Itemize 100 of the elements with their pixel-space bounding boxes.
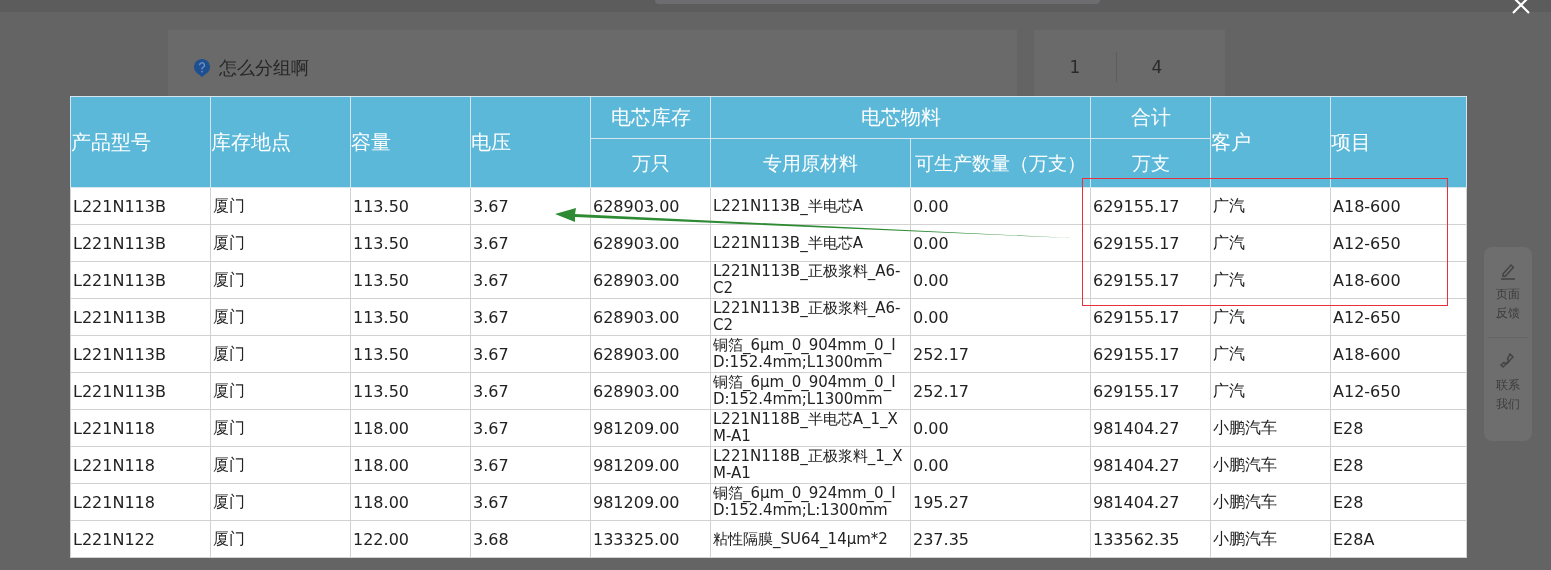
column-group-header: 电芯库存 (590, 96, 711, 139)
location-cell: 厦门 (210, 224, 351, 262)
total-cell: 629155.17 (1090, 335, 1211, 373)
stock-cell: 981209.00 (590, 409, 711, 447)
column-group-header: 电芯物料 (710, 96, 1091, 139)
pencil-icon[interactable] (1499, 261, 1517, 281)
project-cell: E28 (1330, 446, 1467, 484)
capacity-cell: 113.50 (350, 372, 471, 410)
quantity-cell: 0.00 (910, 409, 1091, 447)
customer-cell: 广汽 (1210, 187, 1331, 225)
location-cell: 厦门 (210, 335, 351, 373)
customer-cell: 广汽 (1210, 298, 1331, 336)
project-cell: A18-600 (1330, 335, 1467, 373)
stock-cell: 133325.00 (590, 520, 711, 558)
project-cell: A12-650 (1330, 372, 1467, 410)
column-header: 产品型号 (70, 96, 211, 188)
model-cell: L221N113B (70, 372, 211, 410)
voltage-cell: 3.67 (470, 335, 591, 373)
model-cell: L221N113B (70, 298, 211, 336)
material-cell: 铜箔_6μm_0_904mm_0_ID:152.4mm;L1300mm (710, 335, 911, 373)
model-cell: L221N113B (70, 187, 211, 225)
project-cell: E28 (1330, 409, 1467, 447)
total-cell: 981404.27 (1090, 483, 1211, 521)
location-cell: 厦门 (210, 261, 351, 299)
project-cell: E28 (1330, 483, 1467, 521)
capacity-cell: 113.50 (350, 298, 471, 336)
customer-cell: 广汽 (1210, 224, 1331, 262)
location-cell: 厦门 (210, 483, 351, 521)
material-cell: L221N113B_正极浆料_A6-C2 (710, 298, 911, 336)
location-cell: 厦门 (210, 520, 351, 558)
model-cell: L221N118 (70, 446, 211, 484)
model-cell: L221N113B (70, 335, 211, 373)
model-cell: L221N113B (70, 261, 211, 299)
stock-cell: 628903.00 (590, 372, 711, 410)
voltage-cell: 3.67 (470, 483, 591, 521)
capacity-cell: 118.00 (350, 409, 471, 447)
capacity-cell: 113.50 (350, 261, 471, 299)
total-cell: 629155.17 (1090, 372, 1211, 410)
customer-cell: 广汽 (1210, 261, 1331, 299)
capacity-cell: 113.50 (350, 187, 471, 225)
voltage-cell: 3.67 (470, 372, 591, 410)
location-cell: 厦门 (210, 409, 351, 447)
voltage-cell: 3.67 (470, 446, 591, 484)
model-cell: L221N122 (70, 520, 211, 558)
location-cell: 厦门 (210, 446, 351, 484)
quantity-cell: 252.17 (910, 335, 1091, 373)
project-cell: A12-650 (1330, 298, 1467, 336)
total-cell: 981404.27 (1090, 446, 1211, 484)
voltage-cell: 3.67 (470, 409, 591, 447)
column-header: 客户 (1210, 96, 1331, 188)
customer-cell: 小鹏汽车 (1210, 520, 1331, 558)
material-cell: 铜箔_6μm_0_904mm_0_ID:152.4mm;L1300mm (710, 372, 911, 410)
quantity-cell: 252.17 (910, 372, 1091, 410)
stock-cell: 628903.00 (590, 335, 711, 373)
column-header: 万只 (590, 138, 711, 188)
stock-cell: 628903.00 (590, 261, 711, 299)
material-cell: L221N113B_正极浆料_A6-C2 (710, 261, 911, 299)
column-header: 专用原材料 (710, 138, 911, 188)
customer-cell: 广汽 (1210, 372, 1331, 410)
location-cell: 厦门 (210, 298, 351, 336)
project-cell: A12-650 (1330, 224, 1467, 262)
project-cell: A18-600 (1330, 187, 1467, 225)
quantity-cell: 0.00 (910, 298, 1091, 336)
column-header: 电压 (470, 96, 591, 188)
total-cell: 629155.17 (1090, 298, 1211, 336)
column-header: 可生产数量（万支） (910, 138, 1091, 188)
model-cell: L221N118 (70, 483, 211, 521)
location-cell: 厦门 (210, 187, 351, 225)
project-cell: E28A (1330, 520, 1467, 558)
capacity-cell: 118.00 (350, 483, 471, 521)
quantity-cell: 237.35 (910, 520, 1091, 558)
stock-cell: 981209.00 (590, 483, 711, 521)
help-icon (193, 58, 211, 78)
voltage-cell: 3.68 (470, 520, 591, 558)
quantity-cell: 0.00 (910, 446, 1091, 484)
customer-cell: 小鹏汽车 (1210, 483, 1331, 521)
column-header: 容量 (350, 96, 471, 188)
question-text: 怎么分组啊 (219, 56, 309, 80)
total-cell: 133562.35 (1090, 520, 1211, 558)
customer-cell: 广汽 (1210, 335, 1331, 373)
column-header: 项目 (1330, 96, 1467, 188)
quantity-cell: 0.00 (910, 261, 1091, 299)
total-cell: 629155.17 (1090, 187, 1211, 225)
capacity-cell: 122.00 (350, 520, 471, 558)
material-cell: L221N118B_正极浆料_1_XM-A1 (710, 446, 911, 484)
model-cell: L221N113B (70, 224, 211, 262)
project-cell: A18-600 (1330, 261, 1467, 299)
capacity-cell: 118.00 (350, 446, 471, 484)
voltage-cell: 3.67 (470, 224, 591, 262)
material-cell: L221N118B_半电芯A_1_XM-A1 (710, 409, 911, 447)
total-cell: 629155.17 (1090, 224, 1211, 262)
stock-cell: 628903.00 (590, 224, 711, 262)
capacity-cell: 113.50 (350, 335, 471, 373)
quantity-cell: 0.00 (910, 187, 1091, 225)
stock-cell: 981209.00 (590, 446, 711, 484)
model-cell: L221N118 (70, 409, 211, 447)
close-icon[interactable] (1510, 0, 1532, 16)
column-header: 库存地点 (210, 96, 351, 188)
stock-cell: 628903.00 (590, 298, 711, 336)
location-cell: 厦门 (210, 372, 351, 410)
